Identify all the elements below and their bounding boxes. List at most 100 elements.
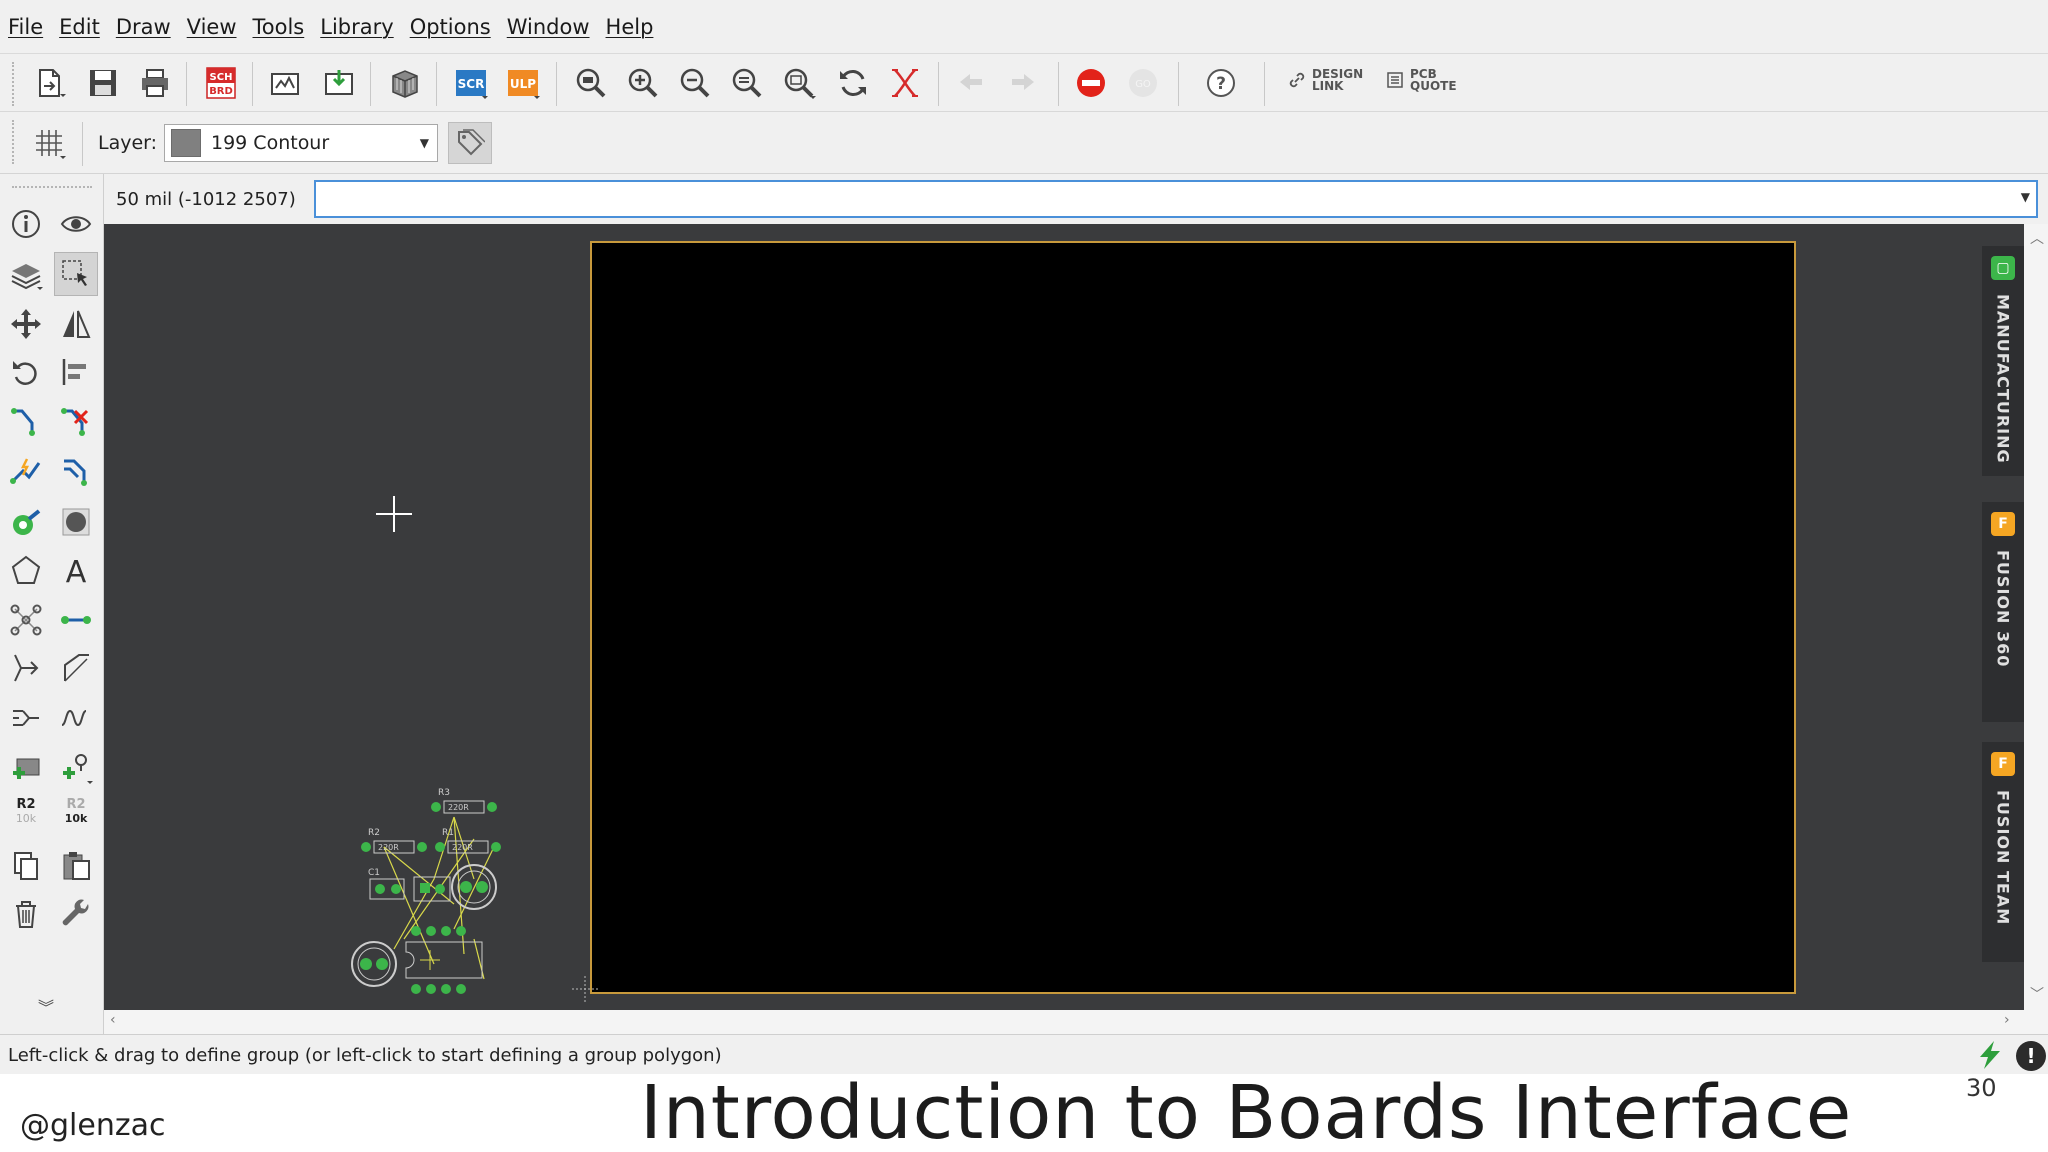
palette-grip[interactable]	[12, 186, 92, 188]
redo-button[interactable]	[1002, 62, 1044, 104]
lightning-bolt-icon[interactable]	[1974, 1039, 2006, 1071]
scroll-down-icon[interactable]: ﹀	[2030, 984, 2044, 1004]
ratsnest-button[interactable]	[884, 62, 926, 104]
board-outline[interactable]	[590, 241, 1796, 994]
sch-brd-switch-button[interactable]: SCH BRD	[200, 62, 242, 104]
chevron-down-icon[interactable]: ▼	[2021, 190, 2030, 204]
layer-settings-tool[interactable]	[4, 252, 48, 296]
print-button[interactable]	[134, 62, 176, 104]
move-tool[interactable]	[4, 302, 48, 346]
design-link-button[interactable]: DESIGN LINK	[1288, 68, 1363, 92]
menu-edit[interactable]: Edit	[59, 15, 100, 39]
hole-tool[interactable]	[54, 500, 98, 544]
unplaced-components[interactable]: R3 220R R2 220R R1 220R C1	[324, 779, 624, 1009]
vertical-scrollbar[interactable]: ︿ ﹀	[2024, 224, 2048, 1010]
manufacturing-export-button[interactable]	[318, 62, 360, 104]
cam-processor-button[interactable]	[264, 62, 306, 104]
board-editor-canvas[interactable]: R3 220R R2 220R R1 220R C1	[104, 224, 1982, 1010]
coordinate-readout: 50 mil (-1012 2507)	[116, 189, 296, 210]
manufacturing-tab[interactable]: ▢ MANUFACTURING	[1982, 246, 2024, 476]
menu-tools[interactable]: Tools	[253, 15, 305, 39]
drc-tool[interactable]	[54, 892, 98, 936]
value-tool[interactable]: R2 10k	[54, 798, 98, 826]
script-button[interactable]: SCR	[450, 62, 492, 104]
horizontal-scrollbar[interactable]: ‹ ›	[104, 1010, 2048, 1034]
hole-icon	[62, 508, 90, 536]
zoom-previous-button[interactable]	[726, 62, 768, 104]
menu-file[interactable]: File	[8, 15, 43, 39]
undo-button[interactable]	[950, 62, 992, 104]
stop-button[interactable]	[1070, 62, 1112, 104]
fusion-360-tab[interactable]: F FUSION 360	[1982, 502, 2024, 722]
add-signal-tool[interactable]	[54, 746, 98, 790]
round-component-left[interactable]	[351, 941, 397, 987]
menu-window[interactable]: Window	[507, 15, 590, 39]
autorouter-tool[interactable]	[4, 450, 48, 494]
save-button[interactable]	[82, 62, 124, 104]
resistor-r3[interactable]: R3 220R	[431, 788, 497, 814]
miter-tool[interactable]	[54, 646, 98, 690]
toolbar-grip[interactable]	[12, 62, 16, 106]
zoom-out-button[interactable]	[674, 62, 716, 104]
signal-tool[interactable]	[4, 598, 48, 642]
wire-tool[interactable]	[54, 598, 98, 642]
route-tool[interactable]	[4, 400, 48, 444]
scroll-right-icon[interactable]: ›	[2004, 1012, 2010, 1028]
zoom-in-button[interactable]	[622, 62, 664, 104]
command-input[interactable]	[314, 180, 2038, 218]
group-tool[interactable]	[54, 252, 98, 296]
open-button[interactable]	[28, 62, 70, 104]
menu-draw[interactable]: Draw	[116, 15, 171, 39]
rotate-tool[interactable]	[4, 350, 48, 394]
help-button[interactable]: ?	[1200, 62, 1242, 104]
warning-icon[interactable]: !	[2016, 1041, 2046, 1071]
tag-button[interactable]	[448, 122, 492, 164]
scroll-left-icon[interactable]: ‹	[110, 1012, 116, 1028]
fusion-team-tab[interactable]: F FUSION TEAM	[1982, 742, 2024, 962]
resistor-r1[interactable]: R1 220R	[435, 828, 501, 854]
layer-select[interactable]: 199 Contour ▼	[164, 124, 438, 162]
toolbar-grip[interactable]	[12, 120, 16, 164]
3d-package-button[interactable]	[384, 62, 426, 104]
copy-tool[interactable]	[4, 844, 48, 888]
zoom-to-fit-button[interactable]	[570, 62, 612, 104]
ripup-tool[interactable]	[54, 400, 98, 444]
split-tool[interactable]	[4, 696, 48, 740]
go-button[interactable]: GO	[1122, 62, 1164, 104]
align-tool[interactable]	[54, 350, 98, 394]
info-tool[interactable]	[4, 202, 48, 246]
text-tool[interactable]: A	[54, 548, 98, 592]
fanout-tool[interactable]	[54, 450, 98, 494]
design-link-label-2: LINK	[1312, 79, 1344, 93]
ulp-button[interactable]: ULP	[502, 62, 544, 104]
add-tool[interactable]	[4, 746, 48, 790]
name-tool[interactable]: R2 10k	[4, 798, 48, 826]
main-toolbar: SCH BRD SCR ULP GO ? DESIGN LINK PCB QUO…	[0, 54, 2048, 112]
ulp-icon: ULP	[508, 70, 540, 99]
polygon-tool[interactable]	[4, 548, 48, 592]
optimize-tool[interactable]	[54, 696, 98, 740]
mirror-tool[interactable]	[54, 302, 98, 346]
via-tool[interactable]	[4, 500, 48, 544]
part-label-r3: R3	[438, 788, 450, 798]
pcb-quote-button[interactable]: PCB QUOTE	[1386, 68, 1457, 92]
paste-tool[interactable]	[54, 844, 98, 888]
resistor-r2[interactable]: R2 220R	[361, 828, 427, 854]
slide-title: Introduction to Boards Interface	[640, 1070, 1853, 1152]
menu-view[interactable]: View	[187, 15, 237, 39]
part-value-r1: 220R	[452, 843, 473, 852]
name-tool-top: R2	[16, 797, 36, 812]
expand-palette-icon[interactable]: ︾	[38, 994, 54, 1018]
delete-tool[interactable]	[4, 892, 48, 936]
show-tool[interactable]	[54, 202, 98, 246]
meander-tool[interactable]	[4, 646, 48, 690]
menu-options[interactable]: Options	[410, 15, 491, 39]
menu-library[interactable]: Library	[320, 15, 393, 39]
capacitor-c1[interactable]: C1	[368, 868, 405, 900]
menu-help[interactable]: Help	[606, 15, 654, 39]
scroll-up-icon[interactable]: ︿	[2030, 228, 2044, 248]
redraw-button[interactable]	[832, 62, 874, 104]
dip-component[interactable]	[405, 926, 483, 994]
zoom-select-button[interactable]	[778, 62, 820, 104]
grid-button[interactable]	[28, 122, 70, 164]
